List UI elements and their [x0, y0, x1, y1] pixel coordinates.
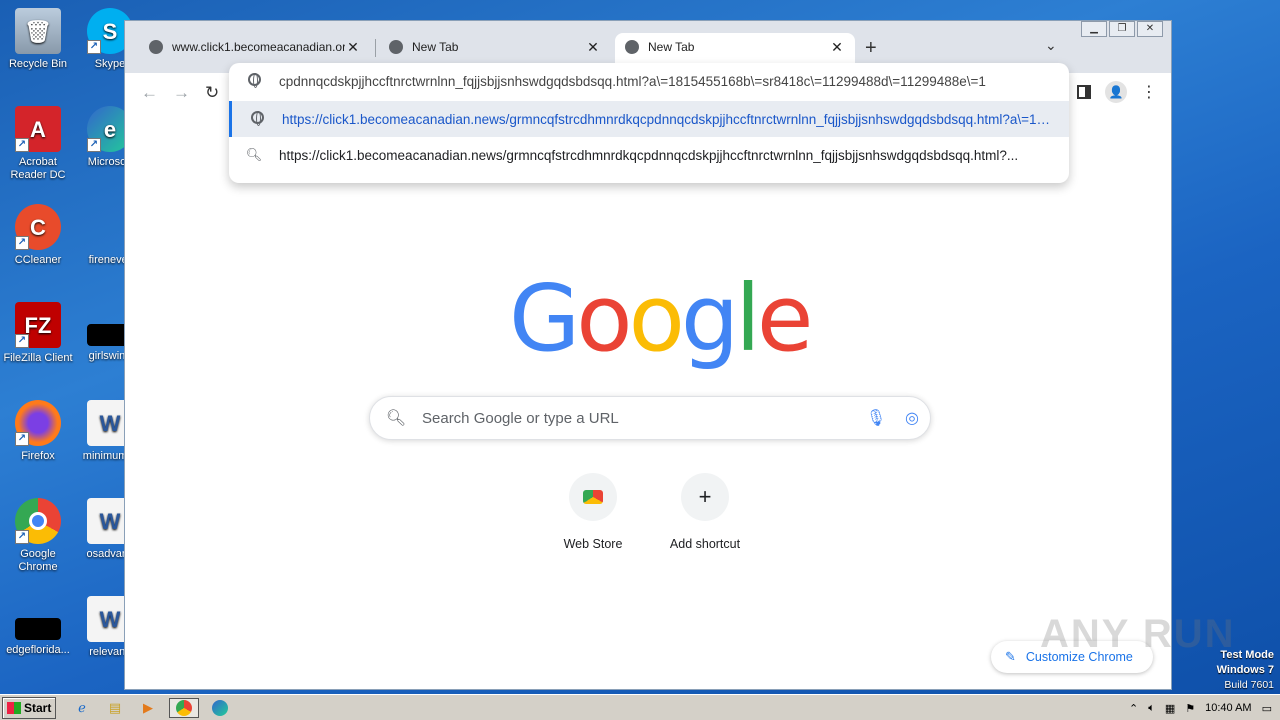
acrobat-icon: A ↗	[15, 106, 61, 152]
close-icon[interactable]: ✕	[585, 39, 601, 56]
new-tab-button[interactable]: +	[865, 37, 877, 60]
logo-letter: e	[756, 265, 814, 372]
logo-letter: G	[509, 265, 580, 372]
recycle-bin-icon: 🗑	[15, 8, 61, 54]
shortcut-label: Add shortcut	[669, 537, 741, 551]
suggestion-text: https://click1.becomeacanadian.news/grmn…	[279, 147, 1019, 163]
desktop-icon-firefox[interactable]: ↗ Firefox	[0, 400, 76, 463]
toolbar-right: 👤 ⋮	[1077, 81, 1157, 103]
chevron-down-icon[interactable]: ⌄	[1045, 37, 1057, 54]
restore-button[interactable]: ❐	[1109, 21, 1135, 37]
globe-icon	[149, 40, 163, 54]
system-tray: ⌃ 🔈︎ ▦ ⚑ 10:40 AM ▭	[1129, 697, 1280, 719]
logo-letter: l	[735, 265, 760, 372]
shortcut-add[interactable]: + Add shortcut	[649, 473, 761, 551]
new-tab-page: Google 🔍︎ 🎙︎ ◎ Web Store + Add shortcut …	[125, 113, 1171, 689]
clock[interactable]: 10:40 AM	[1205, 702, 1251, 714]
test-mode-text: Test Mode	[1220, 649, 1274, 661]
close-icon[interactable]: ✕	[829, 39, 845, 56]
minimize-button[interactable]: ▁	[1081, 21, 1107, 37]
logo-letter: o	[628, 265, 685, 372]
start-label: Start	[24, 700, 52, 715]
ccleaner-icon: C ↗	[15, 204, 61, 250]
search-icon: 🔍︎	[385, 410, 407, 427]
desktop-icon-label: edgeflorida...	[6, 644, 70, 656]
folder-icon[interactable]: ▤	[103, 698, 127, 718]
profile-icon[interactable]: 👤	[1105, 81, 1127, 103]
chrome-icon: ↗	[15, 498, 61, 544]
desktop-icon-label: Acrobat Reader DC	[10, 156, 66, 181]
google-logo: Google	[509, 273, 813, 365]
media-player-icon[interactable]: ▶	[136, 698, 160, 718]
shortcut-web-store[interactable]: Web Store	[537, 473, 649, 551]
forward-arrow-icon[interactable]: →	[173, 83, 190, 103]
action-center-flag-icon[interactable]: ⚑	[1185, 702, 1195, 715]
file-icon	[15, 618, 61, 640]
desktop-icon-label: Firefox	[21, 450, 55, 462]
firefox-icon: ↗	[15, 400, 61, 446]
tab-new-tab-1[interactable]: New Tab ✕	[379, 33, 611, 61]
ntp-search-input[interactable]	[422, 409, 858, 427]
globe-icon	[229, 73, 279, 89]
start-button[interactable]: Start	[2, 696, 56, 719]
os-name: Windows 7	[1216, 664, 1274, 676]
suggestion-text: https://click1.becomeacanadian.news/grmn…	[282, 111, 1057, 127]
desktop-icon-edgeflorida[interactable]: edgeflorida...	[0, 596, 76, 657]
taskbar: Start ℯ ▤ ▶ ⌃ 🔈︎ ▦ ⚑ 10:40 AM ▭	[0, 694, 1280, 720]
windows-logo-icon	[7, 701, 21, 714]
search-icon: 🔍︎	[245, 147, 263, 162]
close-window-button[interactable]: ✕	[1137, 21, 1163, 37]
network-icon[interactable]: ▦	[1165, 702, 1175, 715]
chrome-taskbar-icon[interactable]	[169, 697, 199, 718]
desktop-icon-acrobat[interactable]: A ↗ Acrobat Reader DC	[0, 106, 76, 182]
tab-separator	[375, 39, 376, 57]
chrome-icon	[625, 40, 639, 54]
anyrun-watermark: ANY RUN	[1040, 612, 1236, 656]
desktop-icon-recycle-bin[interactable]: 🗑 Recycle Bin	[0, 8, 76, 71]
desktop-icon-label: CCleaner	[14, 254, 62, 266]
google-lens-icon[interactable]: ◎	[894, 408, 930, 428]
chrome-window: www.click1.becomeacanadian.org ✕ New Tab…	[124, 20, 1172, 690]
tab-title: www.click1.becomeacanadian.org	[172, 40, 345, 54]
globe-icon	[232, 111, 282, 127]
desktop-icon-chrome[interactable]: ↗ Google Chrome	[0, 498, 76, 574]
reload-icon[interactable]: ↻	[205, 83, 219, 103]
desktop-icon-filezilla[interactable]: FZ ↗ FileZilla Client	[0, 302, 76, 365]
window-controls: ▁ ❐ ✕	[1081, 21, 1163, 37]
logo-letter: g	[680, 265, 739, 372]
edge-taskbar-icon[interactable]	[208, 698, 232, 718]
chevron-up-icon[interactable]: ⌃	[1129, 702, 1138, 715]
web-store-icon	[569, 473, 617, 521]
logo-letter: o	[576, 265, 632, 372]
show-desktop-icon[interactable]: ▭	[1262, 702, 1272, 715]
chrome-icon	[389, 40, 403, 54]
close-icon[interactable]: ✕	[345, 39, 361, 56]
volume-icon[interactable]: 🔈︎	[1148, 702, 1155, 715]
tab-title: New Tab	[648, 40, 695, 54]
tab-title: New Tab	[412, 40, 459, 54]
internet-explorer-icon[interactable]: ℯ	[70, 698, 94, 718]
desktop-icon-ccleaner[interactable]: C ↗ CCleaner	[0, 204, 76, 267]
omnibox-input[interactable]: cpdnnqcdskpjjhccftnrctwrnlnn_fqjjsbjjsnh…	[229, 63, 1069, 99]
pencil-icon: ✎	[1005, 649, 1016, 664]
ntp-search-box[interactable]: 🔍︎ 🎙︎ ◎	[369, 396, 931, 440]
omnibox-suggestion-search[interactable]: 🔍︎ https://click1.becomeacanadian.news/g…	[229, 137, 1069, 173]
desktop-icon-label: FileZilla Client	[3, 352, 73, 364]
test-mode-label: Test Mode Windows 7 Build 7601	[1217, 648, 1274, 693]
desktop-icon-label: Google Chrome	[18, 548, 58, 573]
desktop-icon-label: Recycle Bin	[8, 58, 68, 70]
omnibox-dropdown: cpdnnqcdskpjjhccftnrctwrnlnn_fqjjsbjjsnh…	[229, 63, 1069, 183]
omnibox-input-text: cpdnnqcdskpjjhccftnrctwrnlnn_fqjjsbjjsnh…	[279, 73, 986, 89]
omnibox-suggestion-url[interactable]: https://click1.becomeacanadian.news/grmn…	[229, 101, 1069, 137]
plus-icon: +	[681, 473, 729, 521]
back-arrow-icon[interactable]: ←	[141, 83, 158, 103]
kebab-menu-icon[interactable]: ⋮	[1141, 82, 1157, 102]
os-build: Build 7601	[1224, 679, 1274, 691]
tab-click1[interactable]: www.click1.becomeacanadian.org ✕	[139, 33, 371, 61]
filezilla-icon: FZ ↗	[15, 302, 61, 348]
side-panel-icon[interactable]	[1077, 85, 1091, 99]
shortcut-label: Web Store	[563, 537, 623, 551]
microphone-icon[interactable]: 🎙︎	[858, 408, 894, 428]
